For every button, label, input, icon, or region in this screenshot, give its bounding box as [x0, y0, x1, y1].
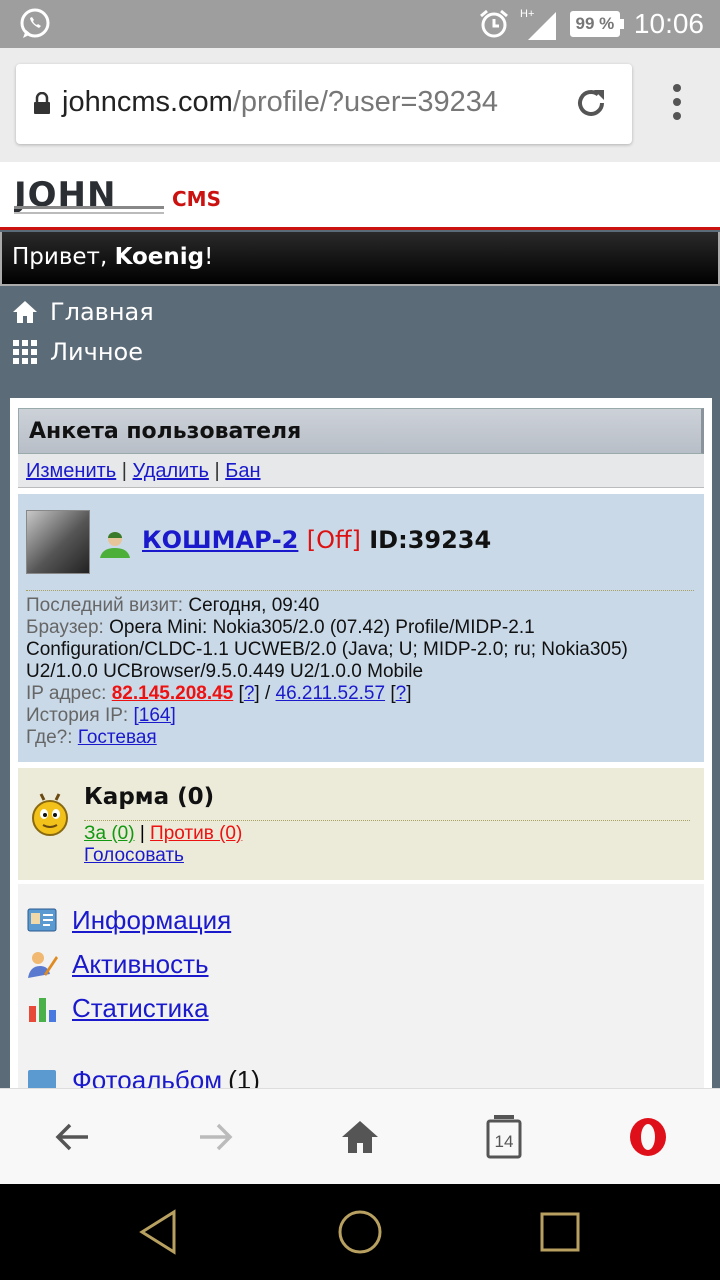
johncms-logo[interactable]: JOHN CMS — [14, 176, 260, 218]
user-agent: Opera Mini: Nokia305/2.0 (07.42) Profile… — [26, 617, 628, 682]
karma-against-link[interactable]: Против (0) — [150, 823, 242, 844]
browser-toolbar: johncms.com/profile/?user=39234 — [0, 48, 720, 162]
clock: 10:06 — [633, 8, 704, 39]
svg-text:JOHN: JOHN — [14, 176, 116, 215]
karma-title: Карма (0) — [84, 784, 215, 810]
profile-menu: Информация Активность Статистика Фотоаль… — [18, 884, 704, 1088]
url-path: /profile/?user=39234 — [232, 86, 499, 118]
delete-link[interactable]: Удалить — [133, 460, 209, 482]
svg-text:H+: H+ — [520, 8, 534, 20]
svg-text:CMS: CMS — [172, 187, 221, 211]
profile-content: Анкета пользователя Изменить | Удалить |… — [10, 398, 712, 1088]
ip-history-link[interactable]: [164] — [133, 705, 175, 726]
profile-actions: Изменить | Удалить | Бан — [18, 454, 704, 488]
ip-lookup-2[interactable]: ? — [396, 683, 407, 704]
location-link[interactable]: Гостевая — [78, 727, 157, 748]
browser-bottom-bar: 14 — [0, 1088, 720, 1184]
photo-count: (1) — [228, 1064, 260, 1089]
last-visit: Сегодня, 09:40 — [188, 595, 320, 616]
signal-icon: H+ — [520, 8, 556, 40]
edit-link[interactable]: Изменить — [26, 460, 116, 482]
home-icon — [13, 301, 37, 323]
nav-home-icon[interactable] — [330, 1202, 390, 1262]
greeting-bar: Привет, Koenig! — [0, 232, 720, 286]
nav-recents-icon[interactable] — [530, 1202, 590, 1262]
page-title: Анкета пользователя — [18, 408, 704, 454]
forward-arrow-icon[interactable] — [196, 1117, 236, 1157]
site-header: JOHN CMS — [0, 162, 720, 230]
url-text[interactable]: johncms.com/profile/?user=39234 — [62, 86, 498, 119]
tabs-count: 14 — [495, 1132, 514, 1151]
overflow-menu-icon[interactable] — [668, 84, 686, 126]
status-bar: H+ 99 % 10:06 — [0, 0, 720, 48]
lock-icon — [34, 92, 50, 114]
stats-icon — [29, 998, 56, 1022]
ip-lookup-1[interactable]: ? — [244, 683, 255, 704]
opera-icon[interactable] — [628, 1117, 668, 1157]
home-button-icon[interactable] — [340, 1117, 380, 1157]
photo-album-icon — [28, 1070, 56, 1088]
battery-percent: 99 % — [569, 11, 620, 37]
activity-icon — [28, 952, 58, 978]
nav-back-icon[interactable] — [130, 1202, 190, 1262]
karma-for-link[interactable]: За (0) — [84, 823, 135, 844]
user-details: Последний визит: Сегодня, 09:40 Браузер:… — [26, 590, 694, 749]
site-nav: Главная Личное — [0, 292, 720, 372]
nav-home[interactable]: Главная — [0, 292, 720, 332]
avatar[interactable] — [26, 510, 90, 574]
user-icon — [100, 532, 130, 558]
android-nav-bar — [0, 1184, 720, 1280]
smiley-icon — [32, 793, 68, 836]
battery-icon: 99 % — [569, 11, 624, 37]
info-card-icon — [27, 908, 57, 932]
menu-item-activity[interactable]: Активность — [26, 948, 209, 980]
alarm-icon — [479, 9, 508, 38]
ban-link[interactable]: Бан — [225, 460, 260, 482]
profile-name-line: КОШМАР-2 [Off] ID:39234 — [142, 526, 491, 554]
user-id: ID:39234 — [369, 526, 492, 554]
current-username[interactable]: Koenig — [115, 244, 205, 270]
nav-personal[interactable]: Личное — [0, 332, 720, 372]
menu-item-photo-album[interactable]: Фотоальбом (1) — [26, 1064, 260, 1088]
tabs-icon[interactable]: 14 — [486, 1113, 522, 1159]
whatsapp-icon — [20, 8, 50, 38]
back-arrow-icon[interactable] — [52, 1117, 92, 1157]
online-status: [Off] — [306, 526, 361, 554]
karma-links: За (0) | Против (0) Голосовать — [84, 820, 690, 867]
ip-address-2[interactable]: 46.211.52.57 — [276, 683, 386, 704]
reload-icon[interactable] — [572, 84, 610, 122]
user-card: КОШМАР-2 [Off] ID:39234 Последний визит:… — [18, 494, 704, 762]
karma-card: Карма (0) За (0) | Против (0) Голосовать — [18, 768, 704, 880]
vote-link[interactable]: Голосовать — [84, 845, 184, 866]
profile-username[interactable]: КОШМАР-2 — [142, 526, 298, 554]
address-bar[interactable]: johncms.com/profile/?user=39234 — [16, 64, 632, 144]
url-host: johncms.com — [62, 86, 233, 118]
ip-address-1[interactable]: 82.145.208.45 — [112, 683, 234, 704]
menu-item-info[interactable]: Информация — [26, 904, 231, 936]
menu-item-stats[interactable]: Статистика — [26, 992, 209, 1024]
grid-icon — [13, 340, 37, 364]
